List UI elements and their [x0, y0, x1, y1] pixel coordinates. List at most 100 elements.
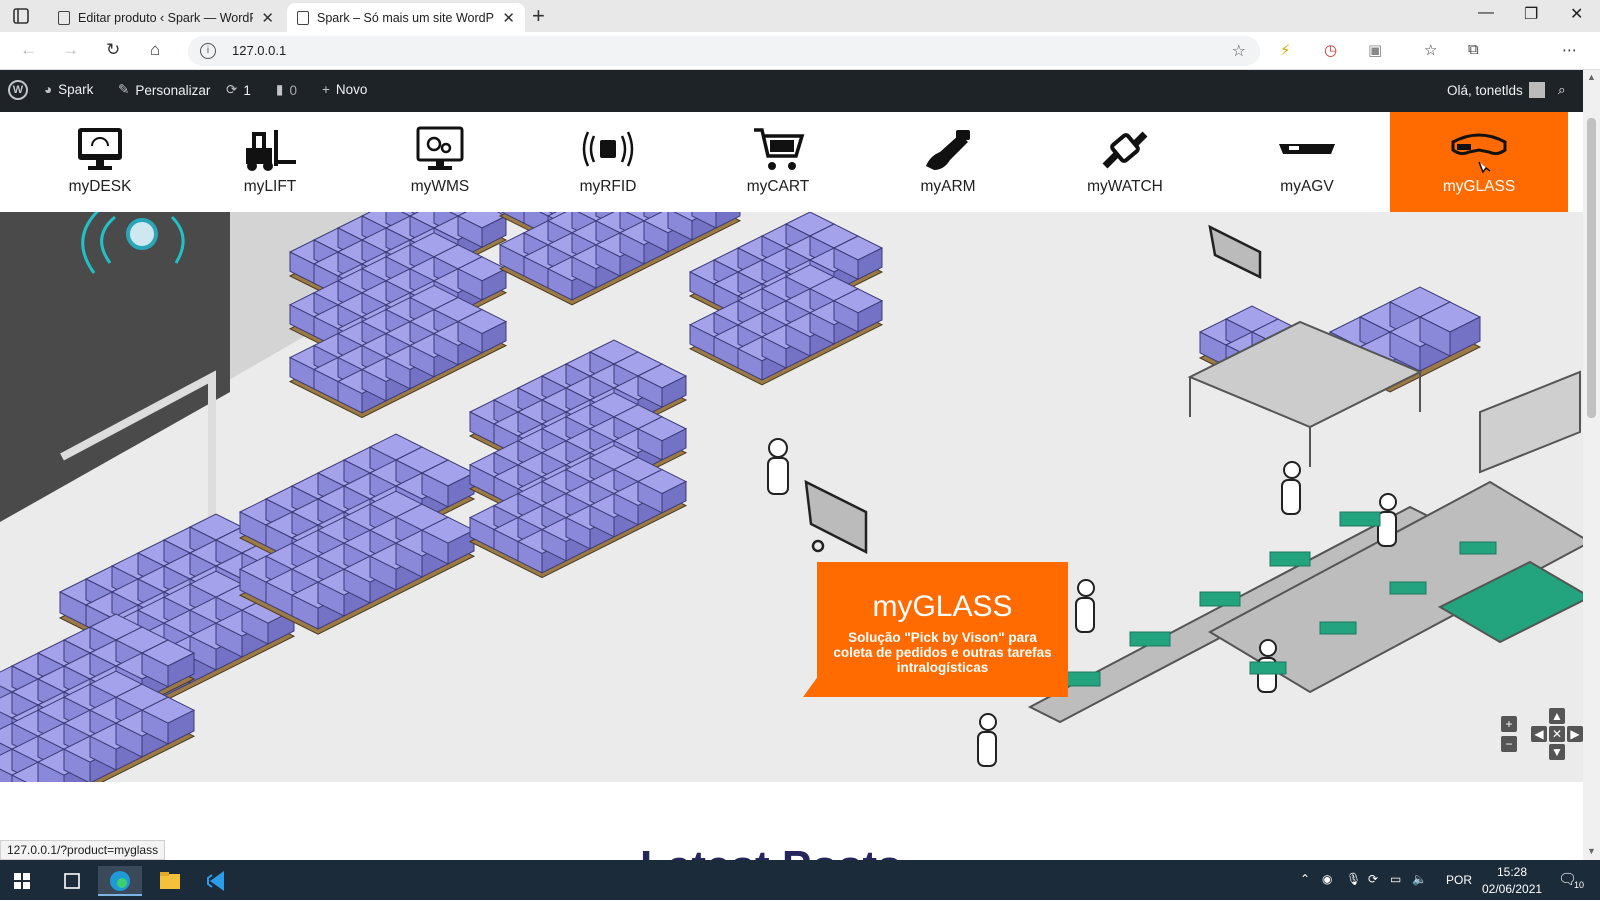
- tab-spark-site[interactable]: Spark – Só mais um site WordPress ✕: [287, 3, 525, 32]
- product-mywms[interactable]: myWMS: [355, 112, 525, 212]
- zoom-in-button[interactable]: +: [1501, 716, 1517, 732]
- minimize-icon[interactable]: —: [1478, 4, 1494, 22]
- file-explorer-icon[interactable]: [148, 866, 192, 896]
- new-content-link[interactable]: + Novo: [322, 82, 367, 97]
- customize-label: Personalizar: [135, 82, 211, 98]
- sync-icon[interactable]: ⟳: [1368, 872, 1378, 886]
- clock-time[interactable]: 15:28: [1497, 865, 1527, 879]
- forward-icon[interactable]: →: [62, 40, 79, 60]
- reset-view-icon[interactable]: ✕: [1549, 726, 1565, 742]
- cart-icon: [754, 128, 805, 170]
- product-mycart[interactable]: myCART: [693, 112, 863, 212]
- product-label: myGLASS: [1442, 178, 1516, 195]
- product-myglass[interactable]: myGLASS: [1390, 112, 1568, 212]
- content-area: Latest Posts: [0, 782, 1583, 891]
- glass-icon: [1451, 133, 1507, 174]
- wordpress-icon: W: [8, 80, 28, 100]
- product-label: myWATCH: [1087, 178, 1163, 195]
- maximize-icon[interactable]: ❐: [1524, 4, 1538, 24]
- plus-icon: +: [322, 82, 330, 97]
- url-text[interactable]: 127.0.0.1: [232, 43, 286, 58]
- product-myrfid[interactable]: myRFID: [523, 112, 693, 212]
- address-toolbar: ← → ↻ ⌂ i 127.0.0.1 ☆ ⚡ ◷ ▣ ☆ ⧉ ⋯: [0, 32, 1600, 95]
- microphone-icon[interactable]: 🎙: [1346, 872, 1361, 886]
- warehouse-illustration: myGLASS Solução "Pick by Vison" para col…: [0, 212, 1583, 782]
- wms-screen-icon: [416, 126, 464, 170]
- callout-title: myGLASS: [872, 590, 1013, 623]
- wp-admin-bar: W ◕ Spark ✎ Personalizar ⟳ 1 ▮ 0 + Novo …: [0, 70, 1583, 112]
- product-label: myLIFT: [243, 178, 297, 195]
- product-label: myDESK: [68, 178, 132, 195]
- customize-link[interactable]: ✎ Personalizar: [118, 82, 210, 98]
- callout-text: Solução "Pick by Vison" para coleta de p…: [833, 630, 1052, 675]
- start-button[interactable]: [0, 866, 44, 896]
- home-icon[interactable]: ⌂: [150, 40, 160, 60]
- account-menu[interactable]: Olá, tonetlds: [1447, 82, 1545, 98]
- wp-logo-menu[interactable]: W: [8, 80, 28, 100]
- collections-icon[interactable]: ⧉: [1468, 41, 1479, 58]
- product-callout: myGLASS Solução "Pick by Vison" para col…: [803, 562, 1068, 697]
- zoom-out-button[interactable]: −: [1501, 736, 1517, 752]
- more-menu-icon[interactable]: ⋯: [1562, 41, 1577, 59]
- scrollbar-thumb[interactable]: [1587, 118, 1596, 418]
- greeting: Olá, tonetlds: [1447, 82, 1523, 98]
- product-mywatch[interactable]: myWATCH: [1040, 112, 1210, 212]
- comments-count: 0: [289, 82, 297, 98]
- scroll-up-icon[interactable]: ▲: [1587, 72, 1596, 82]
- tab-title: Spark – Só mais um site WordPress: [317, 10, 494, 25]
- tab-edit-product[interactable]: Editar produto ‹ Spark — WordPress ✕: [48, 3, 284, 32]
- back-icon[interactable]: ←: [20, 40, 37, 60]
- product-mydesk[interactable]: myDESK: [15, 112, 185, 212]
- input-language[interactable]: POR: [1446, 873, 1472, 887]
- updates-icon: ⟳: [226, 82, 238, 97]
- product-myagv[interactable]: myAGV: [1222, 112, 1392, 212]
- close-tab-icon[interactable]: ✕: [502, 9, 515, 27]
- volume-icon[interactable]: 🔈: [1412, 872, 1427, 886]
- extension-clock-icon[interactable]: ◷: [1324, 41, 1337, 59]
- scroll-down-icon[interactable]: ▼: [1587, 846, 1596, 856]
- tab-title: Editar produto ‹ Spark — WordPress: [78, 10, 253, 25]
- pan-down-icon[interactable]: ▼: [1549, 744, 1565, 760]
- edge-browser-icon[interactable]: [98, 866, 142, 896]
- comment-icon: ▮: [276, 82, 284, 97]
- pan-left-icon[interactable]: ◀: [1531, 726, 1547, 742]
- pan-up-icon[interactable]: ▲: [1549, 708, 1565, 724]
- rfid-icon: [582, 131, 634, 167]
- task-view-icon[interactable]: [50, 866, 94, 896]
- new-label: Novo: [335, 82, 368, 97]
- tray-app-icon[interactable]: ◉: [1322, 872, 1332, 886]
- windows-taskbar: ⌃ ◉ 🎙 ⟳ ▭ 🔈 POR 15:28 02/06/2021 🗨 10: [0, 860, 1600, 900]
- tab-actions-icon[interactable]: [10, 6, 34, 26]
- add-favorite-icon[interactable]: ☆: [1232, 41, 1246, 61]
- notification-count: 10: [1574, 880, 1585, 890]
- product-myarm[interactable]: myARM: [863, 112, 1033, 212]
- callout-tail: [803, 675, 819, 697]
- updates-link[interactable]: ⟳ 1: [226, 82, 251, 98]
- favorites-icon[interactable]: ☆: [1424, 41, 1437, 59]
- vscode-icon[interactable]: [196, 866, 240, 896]
- clock-date[interactable]: 02/06/2021: [1482, 882, 1542, 896]
- tray-chevron-icon[interactable]: ⌃: [1300, 872, 1310, 886]
- site-name-link[interactable]: ◕ Spark: [44, 82, 93, 97]
- dashboard-icon: ◕: [44, 82, 53, 97]
- product-mylift[interactable]: myLIFT: [185, 112, 355, 212]
- watch-icon: [1102, 131, 1148, 169]
- close-tab-icon[interactable]: ✕: [261, 9, 274, 27]
- refresh-icon[interactable]: ↻: [106, 40, 120, 60]
- page-scrollbar[interactable]: ▲ ▼: [1583, 70, 1600, 860]
- product-label: myCART: [746, 178, 810, 195]
- close-window-icon[interactable]: ✕: [1570, 4, 1583, 24]
- pan-right-icon[interactable]: ▶: [1567, 726, 1583, 742]
- url-bar[interactable]: i 127.0.0.1 ☆: [188, 36, 1260, 66]
- product-label: myARM: [920, 178, 976, 195]
- status-url: 127.0.0.1/?product=myglass: [0, 840, 166, 860]
- comments-link[interactable]: ▮ 0: [276, 82, 297, 98]
- network-icon[interactable]: ▭: [1390, 872, 1401, 886]
- site-info-icon[interactable]: i: [200, 43, 216, 59]
- site-name: Spark: [58, 82, 94, 97]
- extension-screen-icon[interactable]: ▣: [1368, 41, 1382, 59]
- forklift-icon: [246, 130, 296, 171]
- search-icon[interactable]: ⌕: [1558, 82, 1566, 98]
- extension-bolt-icon[interactable]: ⚡: [1280, 41, 1291, 59]
- new-tab-icon[interactable]: +: [532, 4, 545, 28]
